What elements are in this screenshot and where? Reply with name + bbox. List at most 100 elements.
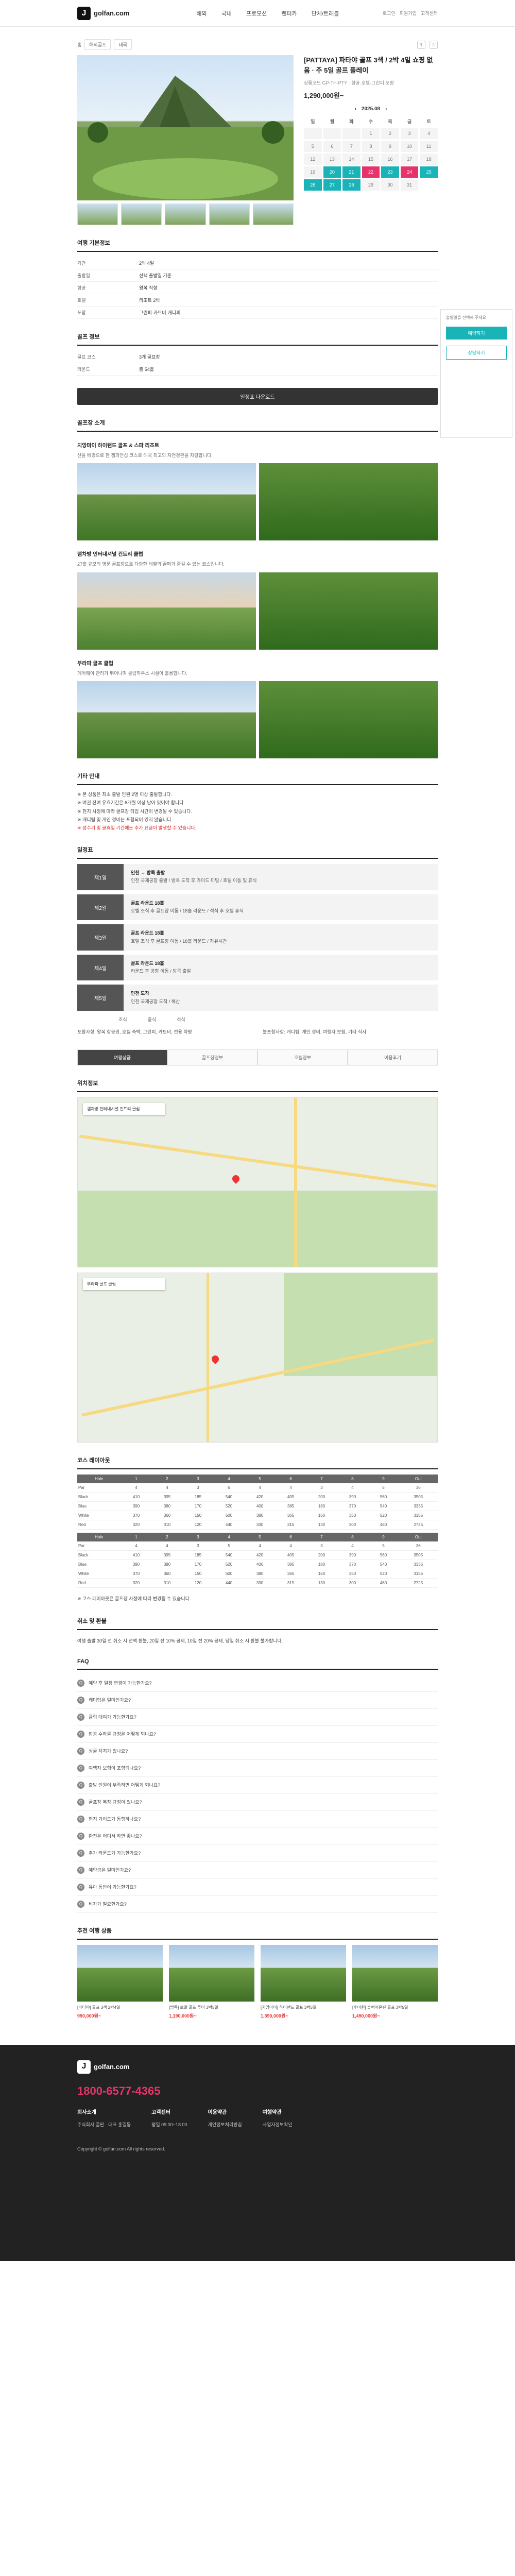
crumb-home[interactable]: 홈 [77,41,81,48]
calendar-day[interactable]: 25 [420,166,438,178]
calendar-day[interactable]: 20 [323,166,341,178]
calendar-day[interactable]: 15 [362,154,380,165]
calendar-day[interactable]: 30 [381,179,399,191]
crumb-select-1[interactable]: 해외골프 [84,39,111,50]
nav-item[interactable]: 프로모션 [246,9,267,18]
consult-button[interactable]: 상담하기 [446,346,507,360]
next-month-icon[interactable]: › [385,106,387,112]
calendar-day[interactable]: 1 [362,128,380,139]
share-icon[interactable]: ⇪ [417,40,425,49]
calendar-day[interactable]: 29 [362,179,380,191]
course-photo [259,463,438,541]
map-pin-icon[interactable] [231,1174,241,1184]
thumbnail[interactable] [121,204,162,225]
tab-product[interactable]: 여행상품 [77,1049,167,1065]
nav-item[interactable]: 단체/트래블 [312,9,339,18]
related-item[interactable]: [파타야] 골프 3색 2박4일 990,000원~ [77,1944,163,2019]
login-link[interactable]: 로그인 [383,10,396,16]
related-item[interactable]: [후아힌] 블랙마운틴 골프 3박5일 1,490,000원~ [352,1944,438,2019]
table-cell: 540 [213,1492,245,1502]
map-2[interactable]: 부라파 골프 클럽 [77,1273,438,1443]
faq-item[interactable]: Q 항공 수하물 규정은 어떻게 되나요? [77,1726,438,1743]
calendar-day[interactable]: 31 [400,179,419,191]
calendar-day[interactable]: 14 [342,154,360,165]
heart-icon[interactable]: ♡ [430,40,438,49]
calendar-day[interactable]: 26 [304,179,322,191]
calendar-day[interactable]: 11 [420,141,438,152]
table-cell: 4 [244,1483,276,1493]
download-button[interactable]: 일정표 다운로드 [77,388,438,405]
site-logo[interactable]: Jgolfan.com [77,6,129,20]
calendar-day[interactable]: 12 [304,154,322,165]
calendar-day[interactable]: 2 [381,128,399,139]
related-item[interactable]: [치앙마이] 하이랜드 골프 3박5일 1,390,000원~ [261,1944,346,2019]
info-row: 라운드 총 54홀 [77,363,438,376]
faq-item[interactable]: Q 예약 후 일정 변경이 가능한가요? [77,1675,438,1692]
nav-item[interactable]: 렌터카 [281,9,297,18]
calendar-day[interactable]: 10 [400,141,419,152]
calendar-day[interactable]: 6 [323,141,341,152]
calendar-day[interactable]: 9 [381,141,399,152]
scorecard-table: Hole 1 2 3 4 5 6 7 8 9 Out Par 4 4 3 5 4 4 3 4 5 36 Black 410 39… [77,1533,438,1588]
calendar-day[interactable]: 21 [342,166,360,178]
thumbnail[interactable] [165,204,206,225]
faq-item[interactable]: Q 유아 동반이 가능한가요? [77,1879,438,1896]
support-link[interactable]: 고객센터 [421,10,438,16]
calendar-day[interactable]: 22 [362,166,380,178]
info-key: 항공 [77,285,86,291]
nav-item[interactable]: 해외 [196,9,207,18]
calendar-day[interactable]: 24 [400,166,419,178]
calendar-day[interactable]: 5 [304,141,322,152]
related-item[interactable]: [방콕] 로얄 골프 투어 3박5일 1,190,000원~ [169,1944,254,2019]
tab-golf[interactable]: 골프장정보 [167,1049,258,1065]
table-header: 2 [151,1475,183,1484]
nav-item[interactable]: 국내 [221,9,232,18]
note-line: ※ 본 상품은 최소 출발 인원 2명 이상 출발합니다. [77,792,173,798]
tab-review[interactable]: 이용후기 [348,1049,438,1065]
faq-item[interactable]: Q 여행자 보험이 포함되나요? [77,1760,438,1777]
calendar-day[interactable]: 19 [304,166,322,178]
table-cell: 420 [244,1550,276,1561]
calendar-day[interactable]: 17 [400,154,419,165]
calendar-day[interactable]: 23 [381,166,399,178]
faq-item[interactable]: Q 현지 가이드가 동행하나요? [77,1811,438,1828]
tab-hotel[interactable]: 호텔정보 [258,1049,348,1065]
calendar-day[interactable]: 13 [323,154,341,165]
thumbnail[interactable] [77,204,118,225]
book-button[interactable]: 예약하기 [446,327,507,340]
day-label: 제4일 [77,954,124,981]
faq-item[interactable]: Q 출발 인원이 부족하면 어떻게 되나요? [77,1777,438,1794]
map-1[interactable]: 램차방 인터내셔널 컨트리 클럽 [77,1097,438,1268]
table-cell: 3155 [399,1511,438,1521]
faq-item[interactable]: Q 비자가 필요한가요? [77,1896,438,1913]
faq-item[interactable]: Q 싱글 차지가 있나요? [77,1743,438,1760]
calendar-day[interactable]: 18 [420,154,438,165]
crumb-select-2[interactable]: 태국 [114,39,132,50]
faq-item[interactable]: Q 환전은 어디서 하면 좋나요? [77,1828,438,1845]
calendar-day[interactable]: 7 [342,141,360,152]
footer-logo[interactable]: Jgolfan.com [77,2060,438,2074]
calendar-day[interactable]: 16 [381,154,399,165]
signup-link[interactable]: 회원가입 [400,10,417,16]
calendar-day[interactable]: 3 [400,128,419,139]
calendar-day[interactable]: 28 [342,179,360,191]
faq-item[interactable]: Q 예약금은 얼마인가요? [77,1862,438,1879]
legend-item: 조식 [118,1017,127,1023]
faq-item[interactable]: Q 클럽 대여가 가능한가요? [77,1709,438,1726]
faq-item[interactable]: Q 골프장 복장 규정이 있나요? [77,1794,438,1811]
table-cell: 500 [213,1511,245,1521]
table-cell: 4 [337,1483,368,1493]
prev-month-icon[interactable]: ‹ [355,106,356,112]
calendar-day[interactable]: 8 [362,141,380,152]
calendar-day[interactable]: 4 [420,128,438,139]
table-cell: 4 [337,1541,368,1551]
map-pin-icon[interactable] [210,1354,220,1365]
thumbnail[interactable] [209,204,250,225]
faq-item[interactable]: Q 캐디팁은 얼마인가요? [77,1692,438,1709]
info-value: 3개 골프장 [139,354,160,360]
faq-item[interactable]: Q 추가 라운드가 가능한가요? [77,1845,438,1862]
table-cell: 405 [275,1550,306,1561]
calendar-day[interactable]: 27 [323,179,341,191]
thumbnail[interactable] [252,204,294,225]
table-cell: 4 [151,1541,183,1551]
